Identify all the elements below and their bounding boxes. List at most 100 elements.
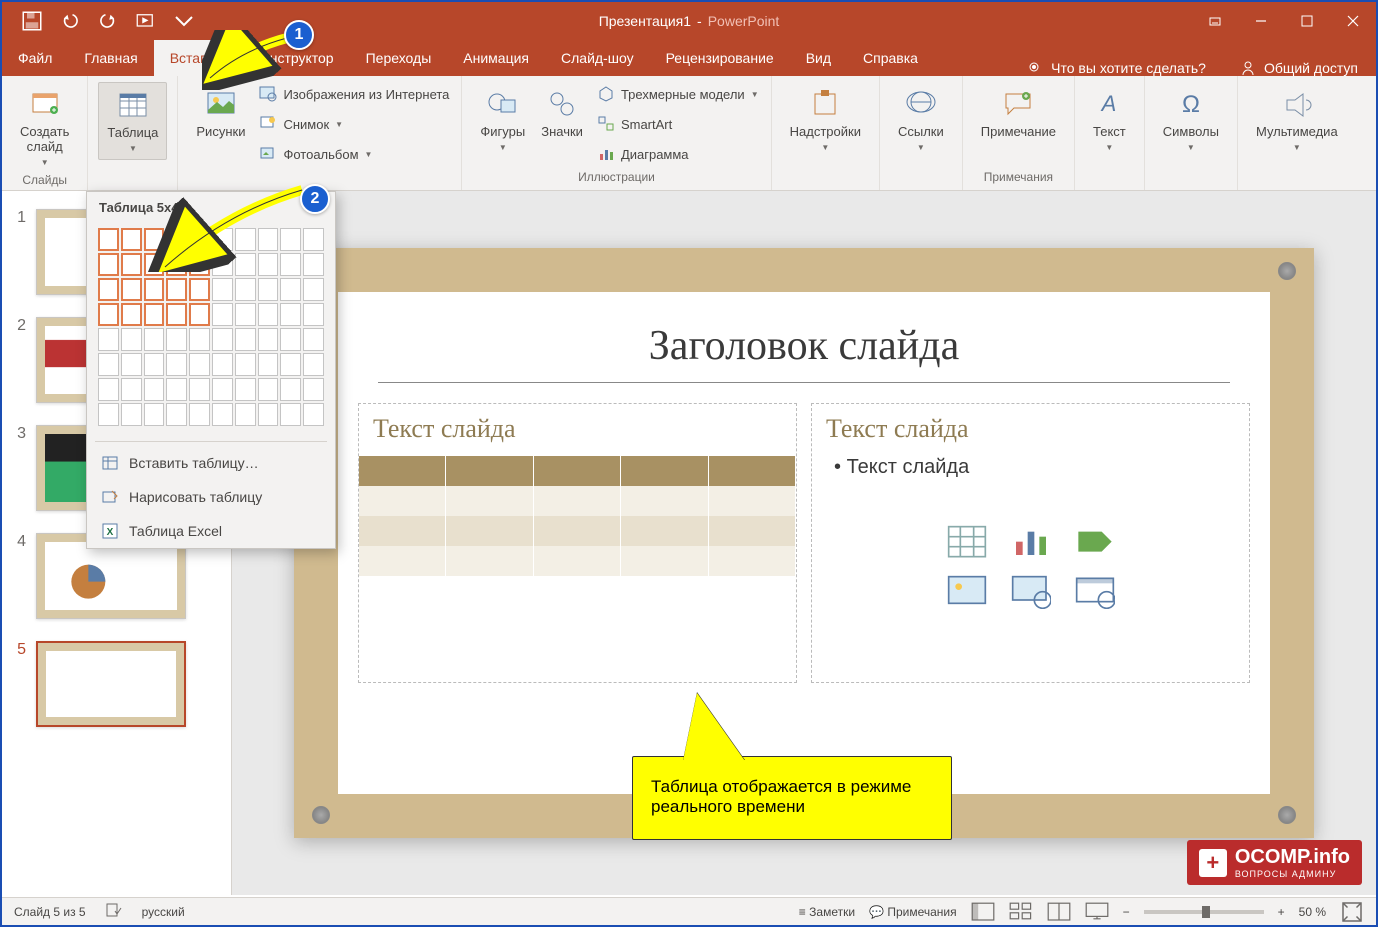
icons-button[interactable]: Значки xyxy=(533,82,591,145)
grid-cell[interactable] xyxy=(121,228,142,251)
3d-models-button[interactable]: Трехмерные модели▼ xyxy=(595,82,761,106)
grid-cell[interactable] xyxy=(258,303,279,326)
screenshot-button[interactable]: Снимок▼ xyxy=(257,112,451,136)
grid-cell[interactable] xyxy=(144,403,165,426)
reading-view-icon[interactable] xyxy=(1047,903,1071,921)
symbols-button[interactable]: ΩСимволы▼ xyxy=(1155,82,1227,158)
minimize-button[interactable] xyxy=(1238,2,1284,40)
grid-cell[interactable] xyxy=(235,303,256,326)
grid-cell[interactable] xyxy=(144,353,165,376)
grid-cell[interactable] xyxy=(189,303,210,326)
zoom-slider[interactable] xyxy=(1144,910,1264,914)
grid-cell[interactable] xyxy=(235,403,256,426)
grid-cell[interactable] xyxy=(166,278,187,301)
grid-cell[interactable] xyxy=(98,328,119,351)
grid-cell[interactable] xyxy=(98,403,119,426)
insert-picture-icon[interactable] xyxy=(947,574,987,610)
grid-cell[interactable] xyxy=(258,278,279,301)
grid-cell[interactable] xyxy=(280,403,301,426)
grid-cell[interactable] xyxy=(98,228,119,251)
right-content-placeholder[interactable]: Текст слайда • Текст слайда xyxy=(811,403,1250,683)
left-content-placeholder[interactable]: Текст слайда xyxy=(358,403,797,683)
grid-cell[interactable] xyxy=(121,328,142,351)
grid-cell[interactable] xyxy=(98,278,119,301)
grid-cell[interactable] xyxy=(189,353,210,376)
tab-transitions[interactable]: Переходы xyxy=(350,40,448,76)
grid-cell[interactable] xyxy=(258,403,279,426)
photo-album-button[interactable]: Фотоальбом▼ xyxy=(257,142,451,166)
insert-smartart-icon[interactable] xyxy=(1075,524,1115,560)
sorter-view-icon[interactable] xyxy=(1009,903,1033,921)
grid-cell[interactable] xyxy=(212,353,233,376)
grid-cell[interactable] xyxy=(303,303,324,326)
grid-cell[interactable] xyxy=(144,303,165,326)
grid-cell[interactable] xyxy=(144,278,165,301)
close-button[interactable] xyxy=(1330,2,1376,40)
zoom-in[interactable]: + xyxy=(1278,905,1285,919)
share-button[interactable]: Общий доступ xyxy=(1222,60,1376,76)
excel-table-menu-item[interactable]: XТаблица Excel xyxy=(87,514,335,548)
grid-cell[interactable] xyxy=(121,303,142,326)
grid-cell[interactable] xyxy=(303,378,324,401)
grid-cell[interactable] xyxy=(121,278,142,301)
pictures-button[interactable]: Рисунки xyxy=(188,82,253,145)
maximize-button[interactable] xyxy=(1284,2,1330,40)
draw-table-menu-item[interactable]: Нарисовать таблицу xyxy=(87,480,335,514)
grid-cell[interactable] xyxy=(98,378,119,401)
zoom-out[interactable]: − xyxy=(1123,905,1130,919)
addins-button[interactable]: Надстройки▼ xyxy=(782,82,869,158)
grid-cell[interactable] xyxy=(189,378,210,401)
grid-cell[interactable] xyxy=(98,253,119,276)
tab-view[interactable]: Вид xyxy=(790,40,847,76)
grid-cell[interactable] xyxy=(235,278,256,301)
grid-cell[interactable] xyxy=(144,328,165,351)
grid-cell[interactable] xyxy=(166,303,187,326)
tab-animations[interactable]: Анимация xyxy=(447,40,545,76)
tab-help[interactable]: Справка xyxy=(847,40,934,76)
grid-cell[interactable] xyxy=(280,378,301,401)
tab-slideshow[interactable]: Слайд-шоу xyxy=(545,40,650,76)
comments-button[interactable]: 💬 Примечания xyxy=(869,905,957,919)
ribbon-options-icon[interactable] xyxy=(1192,2,1238,40)
grid-cell[interactable] xyxy=(280,328,301,351)
table-button[interactable]: Таблица ▼ xyxy=(98,82,167,160)
insert-table-icon[interactable] xyxy=(947,524,987,560)
grid-cell[interactable] xyxy=(258,353,279,376)
tab-review[interactable]: Рецензирование xyxy=(650,40,790,76)
tab-home[interactable]: Главная xyxy=(68,40,153,76)
chart-button[interactable]: Диаграмма xyxy=(595,142,761,166)
shapes-button[interactable]: Фигуры▼ xyxy=(472,82,533,158)
grid-cell[interactable] xyxy=(166,403,187,426)
normal-view-icon[interactable] xyxy=(971,903,995,921)
slide-canvas[interactable]: Заголовок слайда Текст слайда Текст сла xyxy=(294,248,1314,838)
comment-button[interactable]: Примечание xyxy=(973,82,1064,145)
grid-cell[interactable] xyxy=(212,328,233,351)
grid-cell[interactable] xyxy=(280,278,301,301)
start-from-begin-icon[interactable] xyxy=(136,11,156,31)
grid-cell[interactable] xyxy=(280,353,301,376)
grid-cell[interactable] xyxy=(212,378,233,401)
grid-cell[interactable] xyxy=(235,328,256,351)
grid-cell[interactable] xyxy=(121,253,142,276)
grid-cell[interactable] xyxy=(98,353,119,376)
grid-cell[interactable] xyxy=(212,403,233,426)
grid-cell[interactable] xyxy=(121,378,142,401)
smartart-button[interactable]: SmartArt xyxy=(595,112,761,136)
text-button[interactable]: AТекст▼ xyxy=(1085,82,1134,158)
insert-video-icon[interactable] xyxy=(1075,574,1115,610)
grid-cell[interactable] xyxy=(303,353,324,376)
grid-cell[interactable] xyxy=(303,328,324,351)
grid-cell[interactable] xyxy=(121,403,142,426)
insert-chart-icon[interactable] xyxy=(1011,524,1051,560)
grid-cell[interactable] xyxy=(166,353,187,376)
insert-online-picture-icon[interactable] xyxy=(1011,574,1051,610)
zoom-level[interactable]: 50 % xyxy=(1299,905,1326,919)
fit-to-window-icon[interactable] xyxy=(1340,903,1364,921)
redo-icon[interactable] xyxy=(98,11,118,31)
grid-cell[interactable] xyxy=(189,328,210,351)
grid-cell[interactable] xyxy=(189,403,210,426)
grid-cell[interactable] xyxy=(98,303,119,326)
thumb-5[interactable]: 5 xyxy=(10,641,223,727)
grid-cell[interactable] xyxy=(121,353,142,376)
qat-more-icon[interactable] xyxy=(174,11,194,31)
